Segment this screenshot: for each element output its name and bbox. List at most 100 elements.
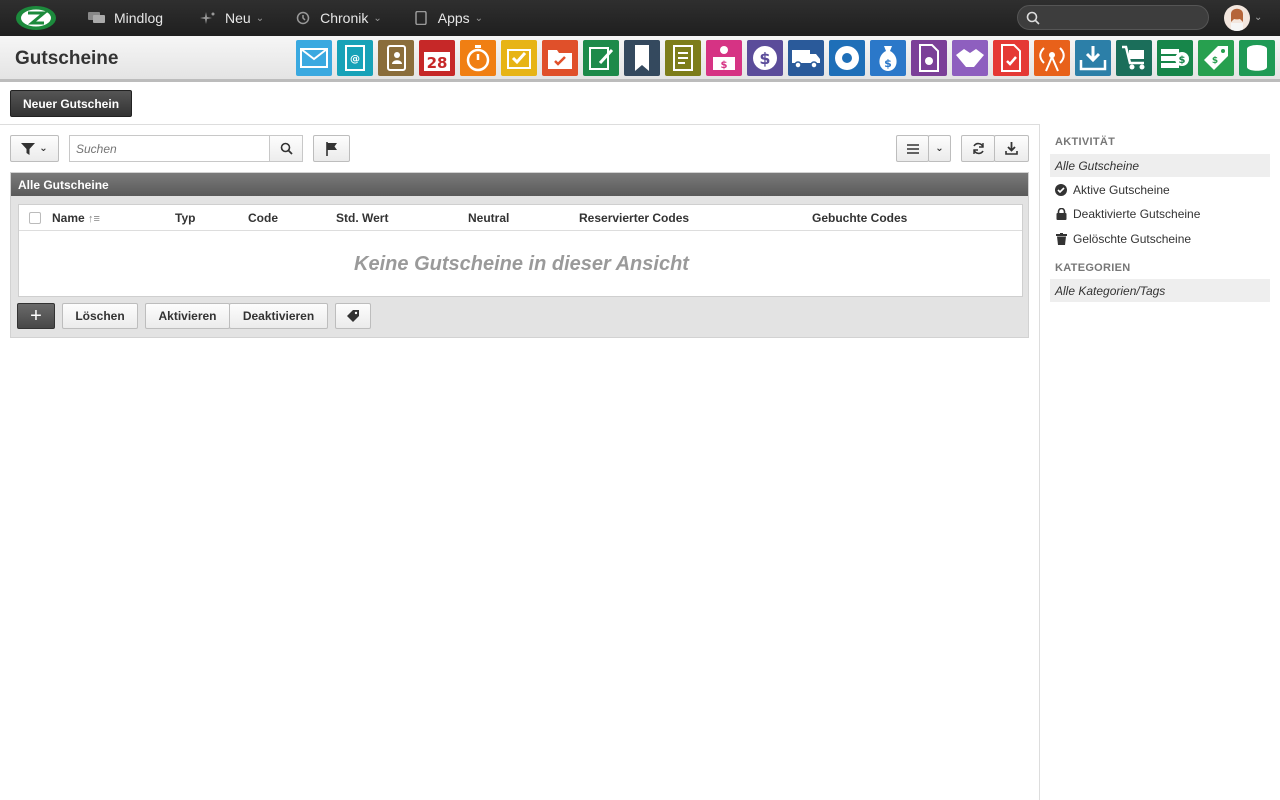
contacts-app-icon[interactable] <box>378 40 414 76</box>
page-header: Gutscheine @ 28 $ $ $ $ $ <box>0 36 1280 82</box>
delivery-app-icon[interactable] <box>788 40 824 76</box>
select-all-checkbox[interactable] <box>29 212 41 224</box>
calendar-app-icon[interactable]: 28 <box>419 40 455 76</box>
check-circle-icon <box>1055 183 1067 196</box>
column-header-code[interactable]: Code <box>248 211 278 225</box>
tag-button[interactable] <box>335 303 371 329</box>
contracts-app-icon[interactable] <box>911 40 947 76</box>
deals-app-icon[interactable] <box>952 40 988 76</box>
page-title: Gutscheine <box>15 48 119 69</box>
money-bag-app-icon[interactable]: $ <box>870 40 906 76</box>
column-header-name[interactable]: Name ↑≡ <box>52 211 100 225</box>
svg-text:$: $ <box>1212 56 1218 66</box>
support-app-icon[interactable] <box>829 40 865 76</box>
sidebar-item-all-vouchers[interactable]: Alle Gutscheine <box>1050 154 1270 177</box>
app-launcher-bar: @ 28 $ $ $ $ $ <box>296 40 1280 76</box>
sidebar-item-deactivated-vouchers[interactable]: Deaktivierte Gutscheine <box>1050 202 1270 225</box>
panel-title: Alle Gutscheine <box>11 173 1028 196</box>
nav-mindlog[interactable]: Mindlog <box>88 0 163 36</box>
refresh-button[interactable] <box>961 135 995 162</box>
cash-app-icon[interactable]: $ <box>1157 40 1193 76</box>
nav-neu[interactable]: Neu ⌄ <box>199 0 264 36</box>
divider <box>0 124 1040 125</box>
chevron-down-icon[interactable]: ⌄ <box>1254 12 1262 23</box>
chevron-down-icon: ⌄ <box>935 143 944 154</box>
nav-label: Apps <box>437 10 470 26</box>
filter-button[interactable]: ⌄ <box>10 135 59 162</box>
nav-label: Mindlog <box>114 10 164 26</box>
search-input[interactable] <box>69 135 270 162</box>
nav-label: Neu <box>225 10 251 26</box>
sort-ascending-icon: ↑≡ <box>88 213 100 225</box>
add-button[interactable]: + <box>17 303 55 329</box>
chevron-down-icon: ⌄ <box>474 12 484 24</box>
download-app-icon[interactable] <box>1075 40 1111 76</box>
app-logo[interactable] <box>14 4 58 32</box>
database-app-icon[interactable] <box>1239 40 1275 76</box>
tag-icon <box>347 310 359 322</box>
pos-app-icon[interactable]: $ <box>706 40 742 76</box>
tablet-icon <box>412 11 430 25</box>
tasks-app-icon[interactable] <box>501 40 537 76</box>
search-icon <box>280 142 293 155</box>
column-header-reserved-codes[interactable]: Reservierter Codes <box>579 211 689 225</box>
column-header-typ[interactable]: Typ <box>175 211 195 225</box>
chevron-down-icon: ⌄ <box>373 12 382 24</box>
search-button[interactable] <box>269 135 303 162</box>
trash-icon <box>1055 232 1067 245</box>
new-voucher-button[interactable]: Neuer Gutschein <box>10 90 133 117</box>
mail-app-icon[interactable] <box>296 40 332 76</box>
invoices-app-icon[interactable] <box>993 40 1029 76</box>
table-header: Name ↑≡ Typ Code Std. Wert Neutral Reser… <box>19 205 1022 231</box>
svg-text:$: $ <box>1179 55 1186 66</box>
svg-text:$: $ <box>721 60 728 71</box>
list-icon <box>906 143 919 154</box>
column-header-std-wert[interactable]: Std. Wert <box>336 211 388 225</box>
timer-app-icon[interactable] <box>460 40 496 76</box>
column-header-neutral[interactable]: Neutral <box>468 211 509 225</box>
vouchers-app-icon[interactable]: $ <box>1198 40 1234 76</box>
svg-text:$: $ <box>884 57 892 70</box>
delete-button[interactable]: Löschen <box>62 303 138 329</box>
activate-button[interactable]: Aktivieren <box>145 303 230 329</box>
sidebar-item-deleted-vouchers[interactable]: Gelöschte Gutscheine <box>1050 227 1270 250</box>
plus-icon: + <box>30 304 42 327</box>
svg-text:@: @ <box>350 54 360 65</box>
flag-button[interactable] <box>313 135 350 162</box>
search-icon <box>1026 11 1040 25</box>
export-button[interactable] <box>994 135 1029 162</box>
sidebar-heading-activity: AKTIVITÄT <box>1055 136 1116 148</box>
broadcast-app-icon[interactable] <box>1034 40 1070 76</box>
download-icon <box>1005 142 1018 155</box>
empty-state-message: Keine Gutscheine in dieser Ansicht <box>354 253 689 275</box>
sidebar-item-active-vouchers[interactable]: Aktive Gutscheine <box>1050 178 1270 201</box>
user-avatar[interactable] <box>1224 5 1250 31</box>
documents-app-icon[interactable] <box>665 40 701 76</box>
history-icon <box>294 11 312 25</box>
filter-icon <box>21 142 36 155</box>
bookmark-app-icon[interactable] <box>624 40 660 76</box>
global-search-input[interactable] <box>1017 5 1209 30</box>
column-header-booked-codes[interactable]: Gebuchte Codes <box>812 211 907 225</box>
chevron-down-icon: ⌄ <box>39 143 48 154</box>
nav-apps[interactable]: Apps ⌄ <box>412 0 483 36</box>
sidebar-item-all-categories[interactable]: Alle Kategorien/Tags <box>1050 279 1270 302</box>
nav-chronik[interactable]: Chronik ⌄ <box>294 0 382 36</box>
finance-app-icon[interactable]: $ <box>747 40 783 76</box>
nav-label: Chronik <box>320 10 369 26</box>
lock-icon <box>1055 207 1067 220</box>
chat-icon <box>88 11 106 25</box>
notes-app-icon[interactable] <box>583 40 619 76</box>
top-bar: Mindlog Neu ⌄ Chronik ⌄ Apps ⌄ ⌄ <box>0 0 1280 36</box>
vouchers-table: Name ↑≡ Typ Code Std. Wert Neutral Reser… <box>18 204 1023 297</box>
svg-text:28: 28 <box>427 54 448 72</box>
view-options-dropdown[interactable]: ⌄ <box>928 135 951 162</box>
cart-app-icon[interactable] <box>1116 40 1152 76</box>
flag-icon <box>325 141 337 156</box>
sparkle-icon <box>199 11 217 25</box>
projects-app-icon[interactable] <box>542 40 578 76</box>
newsletter-app-icon[interactable]: @ <box>337 40 373 76</box>
view-list-button[interactable] <box>896 135 929 162</box>
deactivate-button[interactable]: Deaktivieren <box>229 303 328 329</box>
refresh-icon <box>972 142 984 155</box>
